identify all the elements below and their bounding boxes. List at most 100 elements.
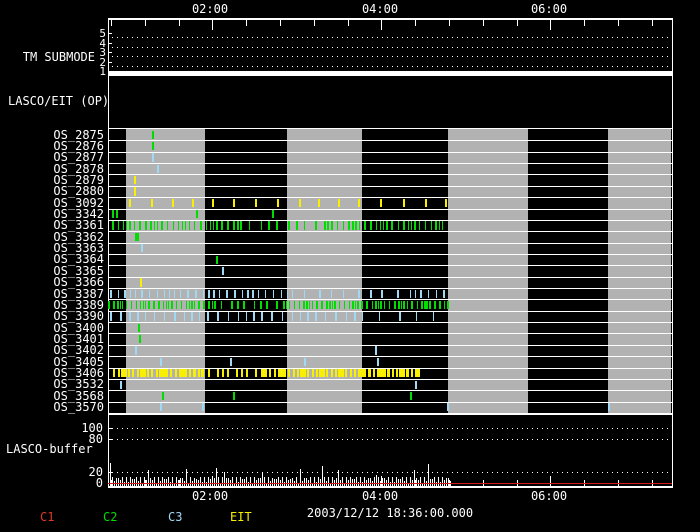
buffer-noise-bar	[346, 476, 347, 486]
axis-major-tick	[550, 20, 552, 30]
os-row-separator	[108, 288, 672, 290]
buffer-noise-bar	[438, 476, 439, 486]
os-event-tick	[345, 312, 348, 321]
os-event-tick	[153, 301, 155, 310]
os-event-tick	[366, 301, 368, 310]
os-event-tick	[205, 221, 208, 230]
os-event-tick	[303, 221, 306, 230]
os-event-tick	[174, 312, 176, 321]
os-row-separator	[108, 242, 672, 244]
os-event-tick	[315, 221, 317, 230]
buffer-gridline	[112, 427, 670, 429]
axis-minor-tick	[347, 20, 349, 26]
os-event-tick	[443, 301, 446, 310]
os-event-tick	[415, 380, 417, 389]
os-event-tick	[266, 301, 268, 310]
os-event-tick	[162, 301, 165, 310]
os-event-tick	[173, 289, 176, 298]
os-event-tick	[424, 198, 427, 207]
os-event-tick	[303, 369, 306, 378]
os-event-tick	[150, 369, 154, 378]
os-event-tick	[296, 221, 298, 230]
os-event-tick	[377, 357, 379, 367]
tm-submode-value-line	[108, 71, 672, 76]
os-event-tick	[358, 221, 361, 230]
os-event-tick	[439, 301, 441, 310]
os-event-tick	[285, 301, 288, 310]
os-event-tick	[288, 301, 291, 310]
os-event-tick	[139, 301, 142, 310]
os-event-tick	[216, 255, 218, 264]
os-event-tick	[254, 369, 258, 378]
os-event-tick	[148, 301, 150, 310]
lasco-eit-op-label: LASCO/EIT (OP)	[8, 94, 110, 108]
os-event-tick	[342, 221, 345, 230]
os-event-tick	[327, 221, 329, 230]
buffer-noise-bar	[130, 477, 131, 486]
os-event-tick	[260, 301, 262, 310]
axis-major-tick	[550, 476, 552, 486]
os-event-tick	[252, 289, 254, 298]
os-event-tick	[335, 312, 337, 321]
os-event-tick	[441, 221, 444, 230]
os-row-separator	[108, 253, 672, 255]
os-event-tick	[292, 369, 295, 378]
os-event-tick	[245, 312, 248, 321]
os-event-tick	[364, 221, 366, 230]
os-event-tick	[265, 369, 268, 378]
os-event-tick	[169, 369, 172, 378]
os-event-tick	[355, 221, 357, 230]
os-event-tick	[202, 289, 205, 298]
os-event-tick	[144, 312, 147, 321]
os-row-separator	[108, 163, 672, 165]
os-event-tick	[247, 289, 249, 298]
os-event-tick	[288, 369, 291, 378]
os-event-tick	[253, 301, 256, 310]
buffer-noise-bar	[254, 476, 255, 486]
os-row-separator	[108, 174, 672, 176]
os-event-tick	[167, 301, 170, 310]
axis-minor-tick	[415, 20, 417, 26]
os-row-separator	[108, 322, 672, 324]
buffer-noise-bar	[144, 476, 145, 486]
axis-minor-tick	[651, 20, 653, 26]
os-event-tick	[361, 312, 364, 321]
os-event-tick	[608, 403, 610, 412]
tm-submode-label: TM SUBMODE	[22, 50, 95, 64]
os-event-tick	[184, 221, 187, 230]
buffer-noise-bar	[382, 477, 383, 486]
os-event-tick	[311, 369, 314, 378]
os-event-tick	[382, 221, 385, 230]
top-axis-time-label: 06:00	[530, 2, 568, 16]
os-row-separator	[108, 344, 672, 346]
os-event-tick	[231, 301, 233, 310]
axis-minor-tick	[246, 20, 248, 26]
os-event-tick	[357, 301, 359, 310]
os-event-tick	[330, 289, 333, 298]
axis-major-tick	[212, 20, 214, 30]
os-event-tick	[183, 312, 186, 321]
buffer-noise-bar	[272, 477, 273, 486]
observing-window-band	[608, 129, 671, 413]
os-event-tick	[222, 266, 224, 276]
os-event-tick	[221, 369, 224, 378]
axis-minor-tick	[516, 20, 518, 26]
os-row-separator	[108, 390, 672, 392]
buffer-gridline	[112, 438, 670, 440]
os-event-tick	[402, 369, 405, 378]
os-event-tick	[241, 289, 244, 298]
os-event-tick	[283, 301, 285, 310]
axis-minor-tick	[144, 20, 146, 26]
os-event-tick	[213, 289, 215, 298]
buffer-noise-bar	[200, 477, 201, 486]
axis-minor-tick	[178, 20, 180, 26]
buffer-ytick-label: 80	[88, 431, 103, 446]
os-event-tick	[233, 391, 235, 401]
os-event-tick	[272, 210, 274, 219]
os-event-tick	[202, 369, 205, 378]
os-event-tick	[188, 221, 191, 230]
legend-item-c2: C2	[103, 510, 118, 524]
os-event-tick	[381, 289, 383, 298]
os-event-tick	[375, 301, 377, 310]
os-event-tick	[269, 369, 272, 378]
